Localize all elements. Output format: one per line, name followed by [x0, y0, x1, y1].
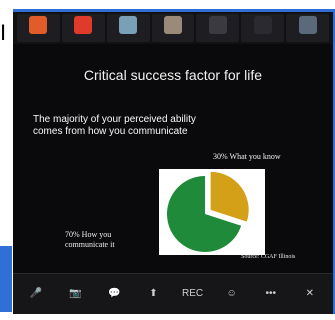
more-button[interactable]: ••• — [255, 289, 287, 299]
pie-slice-what-you-know — [210, 171, 249, 222]
end-icon: ✕ — [305, 288, 315, 299]
participant-avatar — [298, 16, 317, 34]
participant-avatar — [29, 16, 48, 34]
participant-tile[interactable] — [241, 14, 285, 42]
meeting-toolbar: 🎤 📷 💬 ⬆ REC ☺ ••• ✕ — [13, 273, 333, 314]
reactions-icon: ☺ — [226, 288, 237, 299]
window-edge-decoration — [0, 246, 12, 312]
chat-icon: 💬 — [108, 288, 121, 299]
more-icon: ••• — [265, 288, 277, 299]
cut-off-text-left: I — [0, 20, 7, 45]
slide-title: Critical success factor for life — [83, 67, 263, 83]
record-icon: REC — [181, 288, 204, 299]
participant-avatar — [208, 16, 227, 34]
reactions-button[interactable]: ☺ — [216, 289, 248, 299]
video-icon: 📷 — [68, 288, 82, 299]
participant-tile[interactable] — [286, 14, 330, 42]
end-button[interactable]: ✕ — [294, 289, 326, 299]
participant-tile[interactable] — [151, 14, 195, 42]
record-button[interactable]: REC — [177, 289, 209, 299]
participant-avatar — [253, 16, 272, 34]
video-button[interactable]: 📷 — [59, 289, 91, 299]
mic-icon: 🎤 — [29, 288, 43, 299]
participant-tile[interactable] — [17, 14, 60, 42]
participant-avatar — [119, 16, 138, 34]
participant-avatar — [164, 16, 182, 34]
participant-avatar — [74, 16, 93, 34]
participant-tile[interactable] — [106, 14, 150, 42]
pie-chart — [159, 169, 265, 255]
share-icon: ⬆ — [149, 288, 158, 299]
participant-tile[interactable] — [196, 14, 240, 42]
participant-strip — [13, 12, 333, 44]
share-button[interactable]: ⬆ — [137, 289, 169, 299]
pie-label-how-you-communicate: 70% How you communicate it — [65, 230, 115, 249]
mic-button[interactable]: 🎤 — [20, 289, 52, 299]
slide-body-text: The majority of your perceived ability c… — [33, 114, 196, 137]
participant-tile[interactable] — [61, 14, 105, 42]
meeting-window: Critical success factor for life The maj… — [13, 9, 335, 314]
pie-label-what-you-know: 30% What you know — [213, 152, 281, 161]
chat-button[interactable]: 💬 — [98, 289, 130, 299]
